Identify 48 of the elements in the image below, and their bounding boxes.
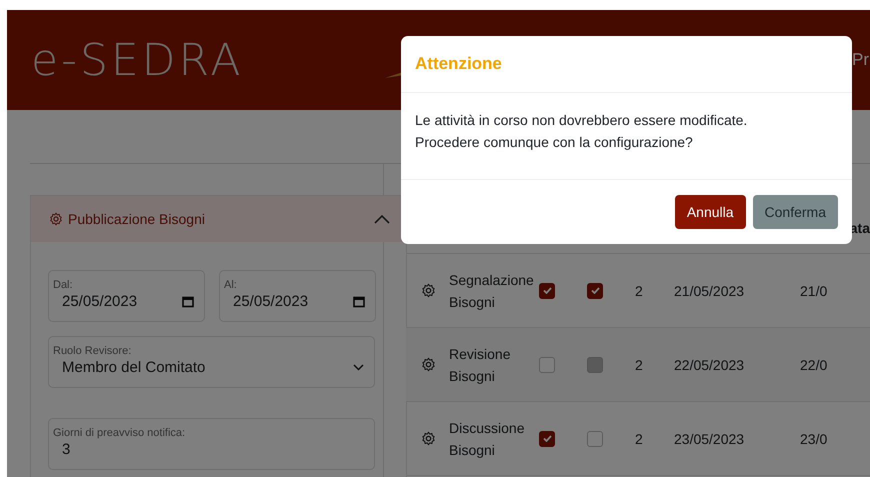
dialog-message: Procedere comunque con la configurazione?	[415, 133, 694, 152]
field-value: Membro del Comitato	[62, 359, 206, 376]
confirm-button[interactable]: Conferma	[752, 195, 838, 229]
field-value: 25/05/2023	[233, 293, 308, 310]
calendar-icon	[182, 296, 194, 308]
chevron-icon	[374, 214, 390, 224]
role-select[interactable]: Ruolo Revisore: Membro del Comitato	[48, 336, 375, 388]
gear-icon[interactable]	[421, 283, 436, 298]
logo[interactable]: e-SEDRA	[31, 34, 244, 86]
field-value: 25/05/2023	[62, 293, 138, 310]
table-cell-text: Discussione Bisogni	[449, 418, 526, 460]
table-cell: 23/0	[800, 430, 828, 446]
cancel-button[interactable]: Annulla	[674, 195, 746, 229]
chevron-down-icon	[353, 364, 364, 371]
calendar-icon	[353, 296, 365, 308]
check-icon	[590, 287, 600, 294]
date-field[interactable]: Dal: 25/05/2023	[48, 270, 205, 322]
checkbox[interactable]	[539, 282, 555, 298]
field-label: Al:	[224, 279, 238, 291]
check-icon	[542, 435, 552, 442]
table-cell: 21/0	[800, 282, 828, 298]
table-cell-text: 21/05/2023	[674, 282, 746, 298]
table-cell-text: 2	[635, 356, 644, 372]
table-cell: 22/0	[800, 356, 828, 372]
field-label: Dal:	[53, 279, 74, 291]
check-icon	[542, 287, 552, 294]
field-value: 3	[62, 441, 70, 458]
table-cell-text: 2	[635, 430, 644, 446]
checkbox[interactable]	[587, 282, 603, 298]
checkbox[interactable]	[539, 356, 555, 372]
number-field[interactable]: Giorni di preavviso notifica: 3	[48, 418, 375, 470]
checkbox[interactable]	[539, 430, 555, 446]
table-cell-text: Segnalazione Bisogni	[449, 270, 535, 312]
field-label: Giorni di preavviso notifica:	[53, 427, 186, 439]
card-title: Pubblicazione Bisogni	[68, 211, 206, 227]
gear-icon[interactable]	[421, 431, 436, 446]
table-cell-text: 23/05/2023	[674, 430, 746, 446]
gear-icon[interactable]	[421, 357, 436, 372]
table-cell-text: Revisione Bisogni	[449, 344, 512, 386]
gear-icon	[49, 212, 63, 226]
dialog-title: Attenzione	[415, 54, 502, 74]
table-cell-text: 22/05/2023	[674, 356, 746, 372]
checkbox[interactable]	[587, 430, 603, 446]
date-field[interactable]: Al: 25/05/2023	[219, 270, 376, 322]
field-label: Ruolo Revisore:	[53, 345, 132, 357]
nav-link[interactable]: Pr	[852, 50, 869, 70]
dialog-message: Le attività in corso non dovrebbero essere modificate.	[415, 111, 748, 130]
table-cell-text: 2	[635, 282, 644, 298]
